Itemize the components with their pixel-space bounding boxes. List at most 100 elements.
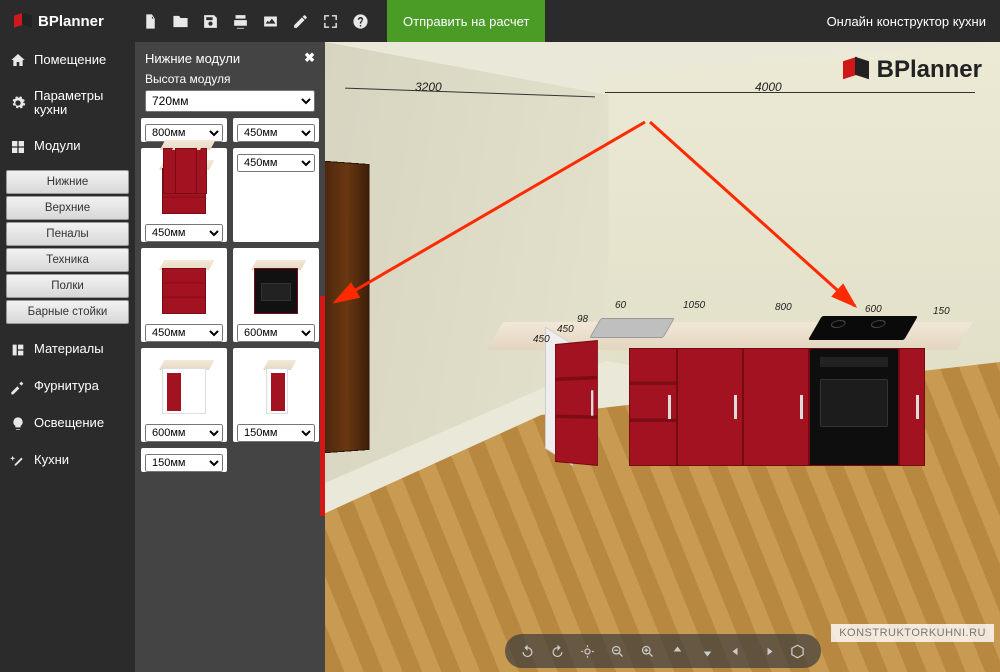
door xyxy=(325,160,370,454)
sidebar-item-hardware[interactable]: Фурнитура xyxy=(0,369,135,406)
module-size-select[interactable]: 450мм xyxy=(145,324,223,342)
wand-icon xyxy=(10,453,26,469)
base-unit-drawers xyxy=(555,340,598,466)
rotate-right-icon[interactable] xyxy=(545,638,571,664)
view-3d-icon[interactable] xyxy=(785,638,811,664)
subbtn-appliances[interactable]: Техника xyxy=(6,248,129,272)
subbtn-shelves[interactable]: Полки xyxy=(6,274,129,298)
module-card[interactable]: 600мм xyxy=(233,248,319,342)
pan-left-icon[interactable] xyxy=(725,638,751,664)
module-size-select[interactable]: 600мм xyxy=(237,324,315,342)
view-controls xyxy=(505,634,821,668)
sidebar: Помещение Параметры кухни Модули Нижние … xyxy=(0,42,135,672)
dim-60: 60 xyxy=(615,300,626,311)
new-file-icon[interactable] xyxy=(135,0,165,42)
home-icon xyxy=(10,52,26,68)
viewport-logo: BPlanner xyxy=(843,56,982,84)
send-quote-button[interactable]: Отправить на расчет xyxy=(387,0,545,42)
subbtn-upper[interactable]: Верхние xyxy=(6,196,129,220)
module-size-select[interactable]: 450мм xyxy=(145,224,223,242)
materials-icon xyxy=(10,342,26,358)
open-folder-icon[interactable] xyxy=(165,0,195,42)
height-select-wrap: 720мм xyxy=(145,90,315,112)
page-title: Онлайн конструктор кухни xyxy=(827,0,986,42)
module-card[interactable]: 450мм xyxy=(141,248,227,342)
right-run xyxy=(629,348,925,466)
sidebar-item-modules[interactable]: Модули xyxy=(0,129,135,166)
height-label: Высота модуля xyxy=(135,70,325,90)
module-grid: 800мм450мм450мм450мм450мм600мм600мм150мм… xyxy=(135,118,325,672)
height-select[interactable]: 720мм xyxy=(145,90,315,112)
print-icon[interactable] xyxy=(225,0,255,42)
dim-800: 800 xyxy=(775,302,792,313)
gear-icon xyxy=(10,95,26,111)
dim-1050: 1050 xyxy=(683,300,705,311)
bulb-icon xyxy=(10,416,26,432)
kitchen-assembly: 60 1050 800 600 150 450 98 450 xyxy=(445,314,985,494)
zoom-in-icon[interactable] xyxy=(635,638,661,664)
panel-header: Нижние модули ✖ xyxy=(135,42,325,70)
module-card[interactable]: 150мм xyxy=(233,348,319,442)
module-card[interactable]: 600мм xyxy=(141,348,227,442)
module-size-select[interactable]: 450мм xyxy=(237,154,315,172)
edit-icon[interactable] xyxy=(285,0,315,42)
base-unit-drawers xyxy=(629,348,677,466)
close-icon[interactable]: ✖ xyxy=(304,50,315,66)
app-logo: BPlanner xyxy=(0,12,135,30)
pan-up-icon[interactable] xyxy=(665,638,691,664)
zoom-out-icon[interactable] xyxy=(605,638,631,664)
module-size-select[interactable]: 450мм xyxy=(237,124,315,142)
subbtn-lower[interactable]: Нижние xyxy=(6,170,129,194)
module-card[interactable]: 450мм xyxy=(233,148,319,242)
module-card[interactable]: 450мм xyxy=(233,118,319,142)
dim-4000: 4000 xyxy=(755,80,782,94)
app-name: BPlanner xyxy=(38,13,104,30)
modules-panel: Нижние модули ✖ Высота модуля 720мм 800м… xyxy=(135,42,325,672)
modules-icon xyxy=(10,139,26,155)
sidebar-item-lighting[interactable]: Освещение xyxy=(0,406,135,443)
cooktop xyxy=(808,316,918,340)
dim-450: 450 xyxy=(533,334,550,345)
dim-98: 98 xyxy=(577,314,588,325)
sidebar-item-kitchens[interactable]: Кухни xyxy=(0,443,135,480)
topbar: BPlanner Отправить на расчет Онлайн конс… xyxy=(0,0,1000,42)
rotate-left-icon[interactable] xyxy=(515,638,541,664)
sidebar-item-materials[interactable]: Материалы xyxy=(0,332,135,369)
subbtn-tall[interactable]: Пеналы xyxy=(6,222,129,246)
module-size-select[interactable]: 150мм xyxy=(145,454,223,472)
hammer-icon xyxy=(10,379,26,395)
logo-icon xyxy=(843,57,869,83)
sidebar-item-params[interactable]: Параметры кухни xyxy=(0,79,135,129)
dim-3200: 3200 xyxy=(415,80,442,94)
pan-right-icon[interactable] xyxy=(755,638,781,664)
fullscreen-icon[interactable] xyxy=(315,0,345,42)
scrollbar-thumb[interactable] xyxy=(320,296,325,516)
watermark: KONSTRUKTORKUHNI.RU xyxy=(831,624,994,642)
viewport-3d[interactable]: BPlanner 3200 4000 xyxy=(325,42,1000,672)
module-size-select[interactable]: 600мм xyxy=(145,424,223,442)
target-icon[interactable] xyxy=(575,638,601,664)
pan-down-icon[interactable] xyxy=(695,638,721,664)
dim-600: 600 xyxy=(865,304,882,315)
app-root: BPlanner Отправить на расчет Онлайн конс… xyxy=(0,0,1000,672)
base-unit-door xyxy=(677,348,743,466)
toolbar-icons xyxy=(135,0,375,42)
help-icon[interactable] xyxy=(345,0,375,42)
subbtn-bar[interactable]: Барные стойки xyxy=(6,300,129,324)
body: Помещение Параметры кухни Модули Нижние … xyxy=(0,42,1000,672)
left-run xyxy=(555,340,598,466)
panel-title: Нижние модули xyxy=(145,51,240,66)
base-unit-narrow xyxy=(899,348,925,466)
logo-icon xyxy=(14,12,32,30)
save-icon[interactable] xyxy=(195,0,225,42)
base-unit-door xyxy=(743,348,809,466)
dim-line xyxy=(605,92,975,93)
dim-150: 150 xyxy=(933,306,950,317)
module-card[interactable]: 150мм xyxy=(141,448,227,472)
module-category-buttons: Нижние Верхние Пеналы Техника Полки Барн… xyxy=(0,166,135,332)
module-size-select[interactable]: 150мм xyxy=(237,424,315,442)
image-icon[interactable] xyxy=(255,0,285,42)
oven-unit xyxy=(809,348,899,466)
sink xyxy=(589,318,675,338)
sidebar-item-room[interactable]: Помещение xyxy=(0,42,135,79)
